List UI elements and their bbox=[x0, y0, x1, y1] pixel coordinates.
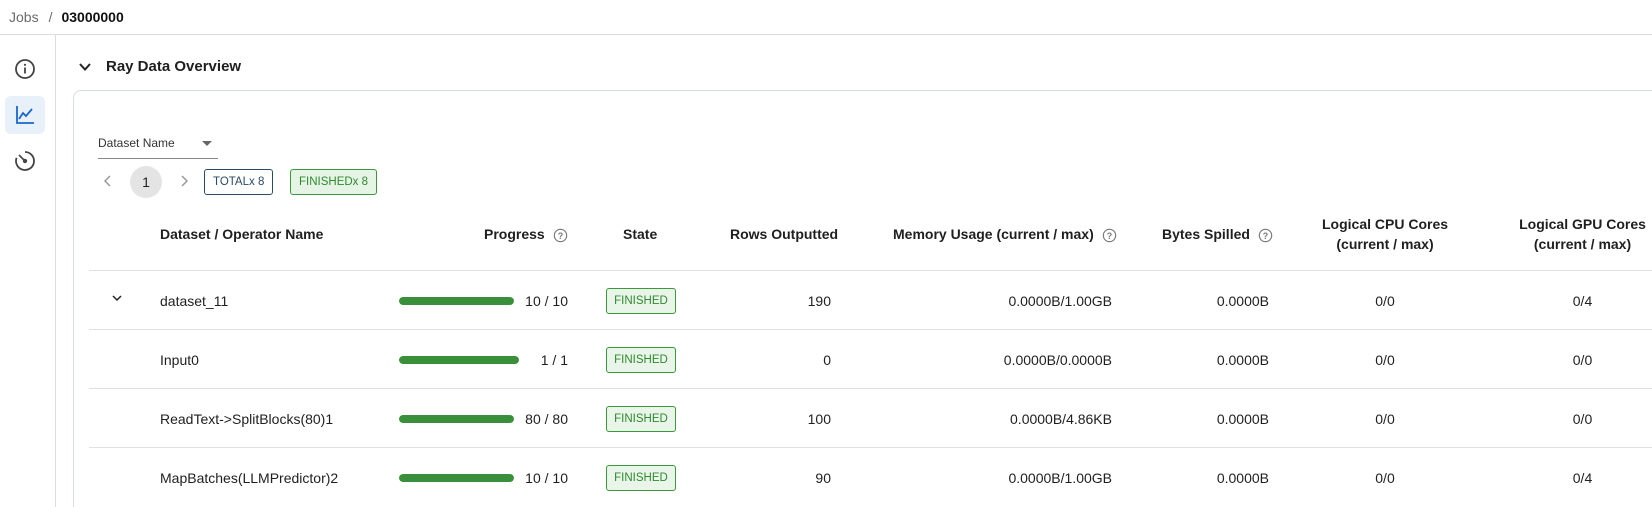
breadcrumb-current: 03000000 bbox=[61, 9, 124, 25]
sidebar bbox=[0, 35, 56, 507]
cpu-cores: 0/0 bbox=[1375, 352, 1395, 368]
row-name: dataset_11 bbox=[160, 293, 229, 309]
memory-usage: 0.0000B/4.86KB bbox=[1010, 411, 1112, 427]
cpu-cores: 0/0 bbox=[1375, 470, 1395, 486]
pagination-prev-button[interactable] bbox=[98, 167, 118, 195]
chevron-down-icon bbox=[79, 62, 91, 71]
rows-outputted: 190 bbox=[807, 293, 831, 309]
memory-usage: 0.0000B/1.00GB bbox=[1008, 470, 1112, 486]
header-memory-label: Memory Usage (current / max) bbox=[893, 226, 1094, 242]
rows-outputted: 90 bbox=[815, 470, 831, 486]
gpu-cores: 0/0 bbox=[1572, 352, 1593, 368]
cpu-cores: 0/0 bbox=[1375, 411, 1395, 427]
dataset-name-label: Dataset Name bbox=[98, 136, 175, 150]
header-cpu: Logical CPU Cores (current / max) bbox=[1305, 214, 1465, 254]
chevron-down-icon bbox=[112, 295, 122, 302]
breadcrumb-separator: / bbox=[48, 9, 53, 25]
bytes-spilled: 0.0000B bbox=[1216, 470, 1269, 486]
row-name: MapBatches(LLMPredictor)2 bbox=[160, 470, 339, 486]
gpu-cores: 0/0 bbox=[1572, 411, 1593, 427]
header-cpu-line2: (current / max) bbox=[1336, 236, 1434, 252]
progress-bar-fill bbox=[399, 356, 519, 364]
memory-usage: 0.0000B/1.00GB bbox=[1008, 293, 1112, 309]
header-progress: Progress? bbox=[484, 224, 568, 244]
progress-bar bbox=[399, 474, 514, 482]
breadcrumb: Jobs / 03000000 bbox=[9, 9, 124, 25]
header-name: Dataset / Operator Name bbox=[160, 226, 324, 242]
progress-text: 1 / 1 bbox=[540, 352, 568, 368]
header-memory: Memory Usage (current / max)? bbox=[893, 224, 1117, 244]
status-badge: FINISHED bbox=[606, 406, 676, 432]
sidebar-item-info[interactable] bbox=[5, 50, 45, 88]
header-progress-label: Progress bbox=[484, 226, 545, 242]
help-icon[interactable]: ? bbox=[553, 228, 568, 243]
status-badge: FINISHED bbox=[606, 288, 676, 314]
gpu-cores: 0/4 bbox=[1572, 293, 1593, 309]
bytes-spilled: 0.0000B bbox=[1216, 411, 1269, 427]
svg-text:?: ? bbox=[1107, 231, 1112, 241]
progress-bar bbox=[399, 415, 514, 423]
row-name: ReadText->SplitBlocks(80)1 bbox=[160, 411, 334, 427]
section-title: Ray Data Overview bbox=[106, 58, 242, 75]
bytes-spilled: 0.0000B bbox=[1216, 293, 1269, 309]
section-header-toggle[interactable]: Ray Data Overview bbox=[78, 58, 241, 75]
header-rows: Rows Outputted bbox=[730, 226, 839, 242]
header-spilled-label: Bytes Spilled bbox=[1162, 226, 1250, 242]
rows-outputted: 100 bbox=[807, 411, 831, 427]
svg-text:?: ? bbox=[557, 231, 562, 241]
header-state: State bbox=[623, 226, 658, 242]
info-icon bbox=[15, 59, 35, 79]
dropdown-arrow-icon bbox=[202, 141, 212, 146]
help-icon[interactable]: ? bbox=[1102, 228, 1117, 243]
total-filter-chip[interactable]: TOTALx 8 bbox=[204, 169, 274, 195]
progress-bar-fill bbox=[399, 297, 514, 305]
radar-icon bbox=[15, 151, 35, 171]
cpu-cores: 0/0 bbox=[1375, 293, 1395, 309]
help-icon[interactable]: ? bbox=[1258, 228, 1273, 243]
pagination-page-button[interactable]: 1 bbox=[130, 166, 162, 198]
status-badge: FINISHED bbox=[606, 465, 676, 491]
bytes-spilled: 0.0000B bbox=[1216, 352, 1269, 368]
header-gpu-line2: (current / max) bbox=[1533, 236, 1632, 252]
svg-text:?: ? bbox=[1263, 231, 1268, 241]
progress-bar bbox=[399, 297, 514, 305]
row-divider bbox=[89, 447, 1652, 448]
progress-text: 80 / 80 bbox=[525, 411, 568, 427]
progress-bar-fill bbox=[399, 474, 514, 482]
chevron-right-icon bbox=[181, 175, 189, 187]
header-divider bbox=[89, 270, 1652, 271]
progress-text: 10 / 10 bbox=[525, 293, 568, 309]
status-badge: FINISHED bbox=[606, 347, 676, 373]
top-bar: Jobs / 03000000 bbox=[0, 0, 1652, 35]
finished-filter-chip[interactable]: FINISHEDx 8 bbox=[290, 169, 378, 195]
progress-bar bbox=[399, 356, 519, 364]
memory-usage: 0.0000B/0.0000B bbox=[1003, 352, 1112, 368]
row-divider bbox=[89, 329, 1652, 330]
pagination-next-button[interactable] bbox=[174, 167, 194, 195]
header-gpu-line1: Logical GPU Cores bbox=[1519, 216, 1646, 232]
row-expand-toggle[interactable] bbox=[108, 289, 126, 307]
progress-text: 10 / 10 bbox=[525, 470, 568, 486]
chart-line-icon bbox=[16, 106, 34, 124]
chevron-left-icon bbox=[103, 175, 111, 187]
header-cpu-line1: Logical CPU Cores bbox=[1321, 216, 1449, 232]
sidebar-item-cluster[interactable] bbox=[5, 142, 45, 180]
gpu-cores: 0/4 bbox=[1572, 470, 1593, 486]
rows-outputted: 0 bbox=[823, 352, 831, 368]
breadcrumb-jobs-link[interactable]: Jobs bbox=[9, 9, 39, 25]
progress-bar-fill bbox=[399, 415, 514, 423]
row-divider bbox=[89, 388, 1652, 389]
row-name: Input0 bbox=[160, 352, 199, 368]
header-gpu: Logical GPU Cores (current / max) bbox=[1505, 214, 1652, 254]
sidebar-item-overview[interactable] bbox=[5, 96, 45, 134]
dataset-name-select[interactable]: Dataset Name bbox=[98, 133, 218, 159]
header-spilled: Bytes Spilled? bbox=[1162, 224, 1273, 244]
